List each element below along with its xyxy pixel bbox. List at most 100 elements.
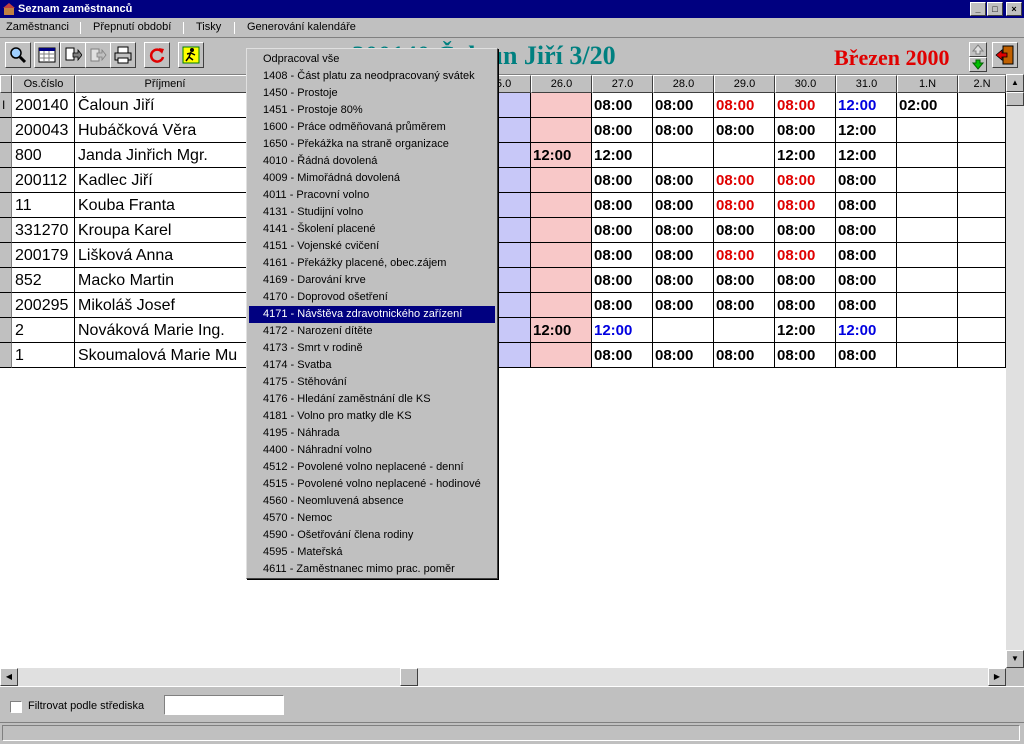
cell-d2[interactable] bbox=[958, 318, 1006, 343]
cell-d26[interactable] bbox=[531, 218, 592, 243]
cell-d28[interactable]: 08:00 bbox=[653, 118, 714, 143]
cell-d31[interactable]: 08:00 bbox=[836, 268, 897, 293]
cell-prijmeni[interactable]: Skoumalová Marie Mu bbox=[75, 343, 255, 368]
cell-d26[interactable] bbox=[531, 268, 592, 293]
popup-menu-item[interactable]: 1600 - Práce odměňovaná průměrem bbox=[249, 119, 495, 136]
cell-d27[interactable]: 12:00 bbox=[592, 143, 653, 168]
popup-menu-item[interactable]: 4174 - Svatba bbox=[249, 357, 495, 374]
cell-d26[interactable] bbox=[531, 93, 592, 118]
cell-d27[interactable]: 08:00 bbox=[592, 243, 653, 268]
header-prijmeni[interactable]: Příjmení bbox=[75, 75, 255, 93]
cell-d31[interactable]: 08:00 bbox=[836, 293, 897, 318]
header-day-29[interactable]: 29.0 bbox=[714, 75, 775, 93]
popup-menu-item[interactable]: 4131 - Studijní volno bbox=[249, 204, 495, 221]
cell-d1[interactable] bbox=[897, 343, 958, 368]
popup-menu-item[interactable]: 4010 - Řádná dovolená bbox=[249, 153, 495, 170]
table-row[interactable]: 200295 Mikoláš Josef 08:00 08:00 08:00 08:00 0… bbox=[0, 293, 1006, 318]
calendar-button[interactable] bbox=[34, 42, 60, 68]
cell-oscislo[interactable]: 200112 bbox=[12, 168, 75, 193]
popup-menu-item[interactable]: 4172 - Narození dítěte bbox=[249, 323, 495, 340]
cell-d26[interactable] bbox=[531, 343, 592, 368]
cell-d1[interactable]: 02:00 bbox=[897, 93, 958, 118]
popup-menu-item[interactable]: Odpracoval vše bbox=[249, 51, 495, 68]
filter-input[interactable] bbox=[164, 695, 284, 715]
cell-d28[interactable]: 08:00 bbox=[653, 168, 714, 193]
cell-d29[interactable]: 08:00 bbox=[714, 193, 775, 218]
cell-oscislo[interactable]: 331270 bbox=[12, 218, 75, 243]
cell-prijmeni[interactable]: Janda Jinřich Mgr. bbox=[75, 143, 255, 168]
cell-d31[interactable]: 08:00 bbox=[836, 218, 897, 243]
popup-menu-item[interactable]: 4173 - Smrt v rodině bbox=[249, 340, 495, 357]
cell-d28[interactable] bbox=[653, 318, 714, 343]
minimize-button[interactable]: _ bbox=[970, 2, 986, 16]
cell-d29[interactable]: 08:00 bbox=[714, 168, 775, 193]
cell-d29[interactable]: 08:00 bbox=[714, 343, 775, 368]
table-row[interactable]: 800 Janda Jinřich Mgr. 12:00 12:00 12:00 12:0… bbox=[0, 143, 1006, 168]
cell-d27[interactable]: 08:00 bbox=[592, 343, 653, 368]
cell-d30[interactable]: 08:00 bbox=[775, 193, 836, 218]
cell-d26[interactable]: 12:00 bbox=[531, 318, 592, 343]
exit-button[interactable] bbox=[992, 42, 1018, 68]
cell-d30[interactable]: 08:00 bbox=[775, 93, 836, 118]
cell-d31[interactable]: 12:00 bbox=[836, 143, 897, 168]
cell-d29[interactable]: 08:00 bbox=[714, 268, 775, 293]
cell-d28[interactable]: 08:00 bbox=[653, 293, 714, 318]
cell-d2[interactable] bbox=[958, 168, 1006, 193]
cell-prijmeni[interactable]: Kroupa Karel bbox=[75, 218, 255, 243]
cell-d28[interactable]: 08:00 bbox=[653, 268, 714, 293]
popup-menu-item[interactable]: 4560 - Neomluvená absence bbox=[249, 493, 495, 510]
cell-d1[interactable] bbox=[897, 118, 958, 143]
cell-d29[interactable]: 08:00 bbox=[714, 93, 775, 118]
cell-d28[interactable] bbox=[653, 143, 714, 168]
table-row[interactable]: 11 Kouba Franta 08:00 08:00 08:00 08:00 08:00 bbox=[0, 193, 1006, 218]
header-day-26[interactable]: 26.0 bbox=[531, 75, 592, 93]
cell-d28[interactable]: 08:00 bbox=[653, 243, 714, 268]
vertical-scroll-thumb[interactable] bbox=[1006, 92, 1024, 106]
cell-oscislo[interactable]: 852 bbox=[12, 268, 75, 293]
table-row[interactable]: 200112 Kadlec Jiří 08:00 08:00 08:00 08:00 08:… bbox=[0, 168, 1006, 193]
header-day-2n[interactable]: 2.N bbox=[958, 75, 1006, 93]
menu-zamestnanci[interactable]: Zaměstnanci bbox=[6, 21, 69, 33]
cell-prijmeni[interactable]: Čaloun Jiří bbox=[75, 93, 255, 118]
scroll-left-button[interactable]: ◀ bbox=[0, 668, 18, 686]
table-row[interactable]: I200140Čaloun Jiří0008:0008:0008:0008:00… bbox=[0, 93, 1006, 118]
popup-menu-item[interactable]: 4171 - Návštěva zdravotnického zařízení bbox=[249, 306, 495, 323]
cell-d31[interactable]: 08:00 bbox=[836, 168, 897, 193]
table-row[interactable]: 200043Hubáčková Věra0008:0008:0008:0008:… bbox=[0, 118, 1006, 143]
cell-prijmeni[interactable]: Lišková Anna bbox=[75, 243, 255, 268]
header-day-1n[interactable]: 1.N bbox=[897, 75, 958, 93]
popup-menu-item[interactable]: 4515 - Povolené volno neplacené - hodino… bbox=[249, 476, 495, 493]
export-button[interactable] bbox=[60, 42, 86, 68]
horizontal-scrollbar[interactable]: ◀ ▶ bbox=[0, 668, 1006, 686]
cell-d30[interactable]: 08:00 bbox=[775, 293, 836, 318]
cell-d1[interactable] bbox=[897, 143, 958, 168]
scroll-down-button[interactable]: ▼ bbox=[1006, 650, 1024, 668]
print-button[interactable] bbox=[110, 42, 136, 68]
menu-tisky[interactable]: Tisky bbox=[196, 21, 221, 33]
cell-d27[interactable]: 08:00 bbox=[592, 93, 653, 118]
popup-menu-item[interactable]: 4595 - Mateřská bbox=[249, 544, 495, 561]
cell-prijmeni[interactable]: Hubáčková Věra bbox=[75, 118, 255, 143]
cell-d1[interactable] bbox=[897, 193, 958, 218]
menu-prepnuti-obdobi[interactable]: Přepnutí období bbox=[93, 21, 171, 33]
cell-d26[interactable] bbox=[531, 243, 592, 268]
cell-d27[interactable]: 08:00 bbox=[592, 268, 653, 293]
horizontal-scroll-thumb[interactable] bbox=[400, 668, 418, 686]
cell-d30[interactable]: 08:00 bbox=[775, 218, 836, 243]
run-button[interactable] bbox=[178, 42, 204, 68]
cell-d31[interactable]: 12:00 bbox=[836, 93, 897, 118]
cell-oscislo[interactable]: 11 bbox=[12, 193, 75, 218]
cell-d29[interactable]: 08:00 bbox=[714, 218, 775, 243]
scroll-up-button[interactable]: ▲ bbox=[1006, 74, 1024, 92]
cell-d31[interactable]: 12:00 bbox=[836, 318, 897, 343]
cell-d28[interactable]: 08:00 bbox=[653, 218, 714, 243]
popup-menu-item[interactable]: 4151 - Vojenské cvičení bbox=[249, 238, 495, 255]
header-day-30[interactable]: 30.0 bbox=[775, 75, 836, 93]
popup-menu-item[interactable]: 4170 - Doprovod ošetření bbox=[249, 289, 495, 306]
cell-d26[interactable]: 12:00 bbox=[531, 143, 592, 168]
cell-d2[interactable] bbox=[958, 343, 1006, 368]
cell-d30[interactable]: 08:00 bbox=[775, 243, 836, 268]
cell-d31[interactable]: 08:00 bbox=[836, 343, 897, 368]
cell-d27[interactable]: 08:00 bbox=[592, 218, 653, 243]
popup-menu-item[interactable]: 1451 - Prostoje 80% bbox=[249, 102, 495, 119]
